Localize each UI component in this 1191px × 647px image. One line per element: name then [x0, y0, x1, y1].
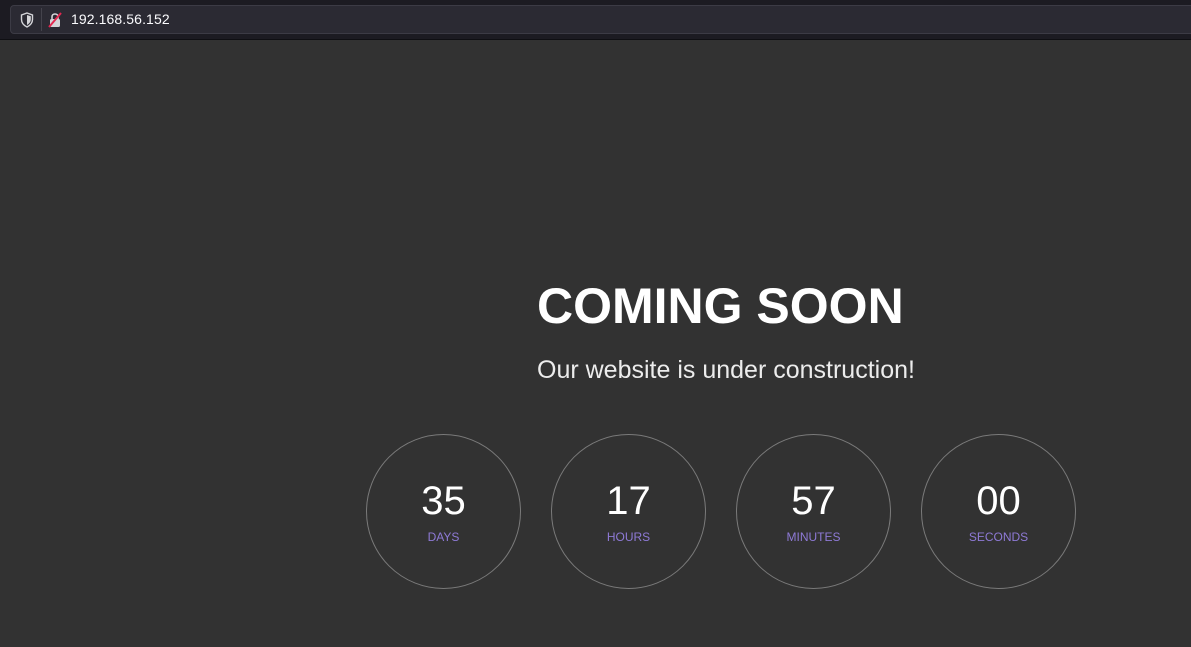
countdown-hours: 17 HOURS [551, 434, 706, 589]
page-content: COMING SOON Our website is under constru… [0, 41, 1191, 647]
browser-toolbar: 192.168.56.152 [0, 0, 1191, 40]
countdown-seconds: 00 SECONDS [921, 434, 1076, 589]
countdown-days: 35 DAYS [366, 434, 521, 589]
countdown-hours-label: HOURS [606, 530, 651, 544]
insecure-lock-icon[interactable] [47, 12, 63, 28]
page-subtitle: Our website is under construction! [537, 356, 915, 384]
page-title: COMING SOON [537, 278, 904, 334]
countdown-seconds-label: SECONDS [968, 530, 1029, 544]
countdown-seconds-value: 00 [976, 479, 1021, 523]
countdown-minutes: 57 MINUTES [736, 434, 891, 589]
url-separator [41, 8, 42, 31]
countdown-hours-value: 17 [606, 479, 651, 523]
shield-icon[interactable] [20, 12, 34, 28]
countdown-minutes-value: 57 [791, 479, 836, 523]
countdown-minutes-label: MINUTES [786, 530, 841, 544]
countdown-days-label: DAYS [427, 530, 460, 544]
url-text[interactable]: 192.168.56.152 [71, 11, 170, 27]
countdown-days-value: 35 [421, 479, 466, 523]
url-bar[interactable]: 192.168.56.152 [10, 5, 1191, 34]
